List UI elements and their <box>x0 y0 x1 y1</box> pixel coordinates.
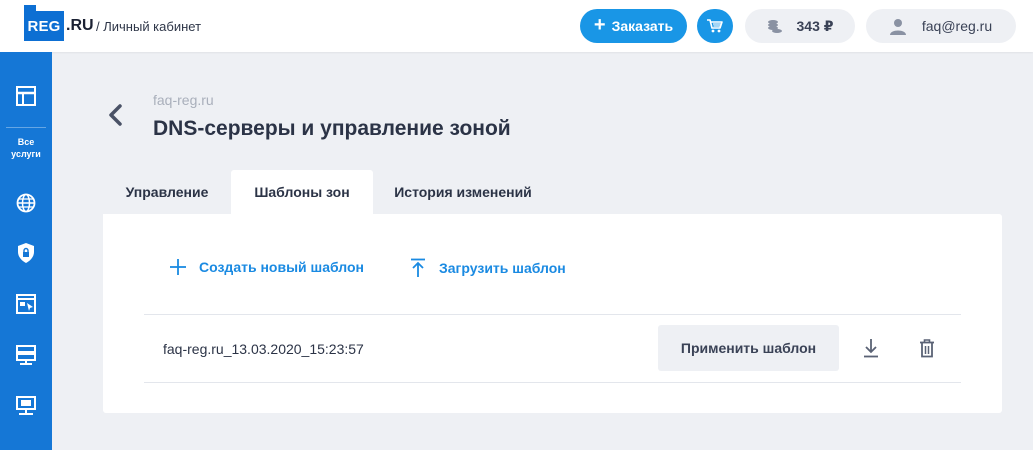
logo-suffix: .RU <box>66 17 94 34</box>
download-icon <box>864 339 878 358</box>
create-template-button[interactable]: Создать новый шаблон <box>169 258 364 276</box>
all-services-line1: Все <box>17 137 35 147</box>
tab-zone-templates[interactable]: Шаблоны зон <box>231 170 373 214</box>
user-account-button[interactable]: faq@reg.ru <box>866 9 1016 43</box>
sidebar-item-vps[interactable] <box>0 394 52 418</box>
download-template-button[interactable] <box>860 336 882 360</box>
trash-icon <box>920 338 934 357</box>
upload-template-button[interactable]: Загрузить шаблон <box>409 258 566 278</box>
top-header: REG .RU / Личный кабинет + Заказать 343 … <box>0 0 1033 52</box>
domain-name[interactable]: faq-reg.ru <box>153 92 214 108</box>
sidebar-divider <box>6 127 46 128</box>
globe-icon <box>16 193 36 213</box>
row-divider-bottom <box>144 382 961 383</box>
order-button[interactable]: + Заказать <box>580 9 687 43</box>
back-button[interactable] <box>104 102 126 128</box>
upload-template-label: Загрузить шаблон <box>439 260 566 276</box>
order-button-label: Заказать <box>611 18 674 34</box>
server-icon <box>16 345 36 365</box>
all-services-line2: услуги <box>11 149 41 159</box>
chevron-left-icon <box>109 104 122 126</box>
plus-icon: + <box>593 14 606 36</box>
user-email: faq@reg.ru <box>921 18 993 34</box>
user-icon <box>889 18 906 35</box>
sidebar-item-website-builder[interactable] <box>0 292 52 316</box>
cart-icon <box>707 19 723 33</box>
logo-box: REG <box>24 5 64 41</box>
shield-lock-icon <box>18 243 34 263</box>
tab-management[interactable]: Управление <box>103 170 231 214</box>
sidebar-item-ssl[interactable] <box>0 241 52 265</box>
balance-amount: 343 ₽ <box>796 17 834 34</box>
vps-icon <box>16 396 36 415</box>
templates-panel: Создать новый шаблон Загрузить шаблон fa… <box>103 214 1002 413</box>
template-name: faq-reg.ru_13.03.2020_15:23:57 <box>163 341 364 357</box>
page-title: DNS-серверы и управление зоной <box>153 117 511 140</box>
sidebar: Все услуги <box>0 52 52 450</box>
dashboard-icon <box>16 86 36 106</box>
plus-icon <box>170 259 186 275</box>
delete-template-button[interactable] <box>916 336 938 360</box>
breadcrumb[interactable]: / Личный кабинет <box>96 19 201 34</box>
reg-ru-logo[interactable]: REG .RU <box>24 5 94 41</box>
upload-icon <box>411 258 425 277</box>
sidebar-item-domains[interactable] <box>0 191 52 215</box>
row-divider-top <box>144 314 961 315</box>
sidebar-item-dashboard[interactable] <box>0 84 52 108</box>
tab-change-history[interactable]: История изменений <box>373 170 553 214</box>
coins-icon <box>767 18 783 34</box>
website-builder-icon <box>16 294 36 314</box>
sidebar-item-all-services[interactable]: Все услуги <box>0 136 52 160</box>
cart-button[interactable] <box>697 9 733 43</box>
apply-template-button[interactable]: Применить шаблон <box>658 325 839 371</box>
sidebar-item-hosting[interactable] <box>0 343 52 367</box>
balance-button[interactable]: 343 ₽ <box>745 9 855 43</box>
create-template-label: Создать новый шаблон <box>199 259 364 275</box>
